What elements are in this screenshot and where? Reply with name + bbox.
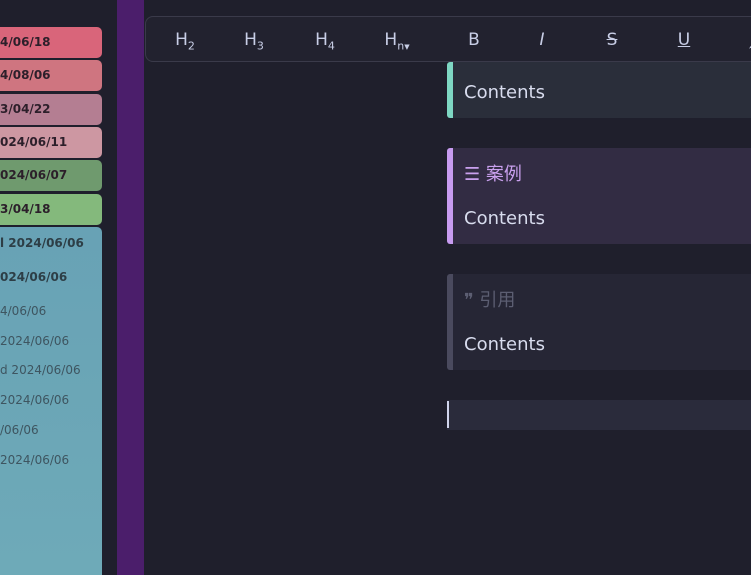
date-label: 4/08/06 xyxy=(0,68,51,82)
heading-4-button[interactable]: H4 xyxy=(303,17,347,63)
date-item[interactable]: 4/08/06 xyxy=(0,60,102,91)
h4-label: H xyxy=(315,30,328,50)
heading-n-dropdown[interactable]: Hn▼ xyxy=(375,17,419,63)
date-item[interactable]: 024/06/07 xyxy=(0,160,102,191)
date-group-panel: l 2024/06/06 024/06/06 4/06/06 2024/06/0… xyxy=(0,227,102,575)
example-callout[interactable]: ☰ 案例 Contents xyxy=(447,148,751,244)
date-label: 3/04/22 xyxy=(0,102,51,116)
list-item[interactable]: 4/06/06 xyxy=(0,297,102,325)
strikethrough-button[interactable]: S xyxy=(590,17,634,63)
date-item[interactable]: 3/04/22 xyxy=(0,94,102,125)
quote-callout-title: ❞ 引用 xyxy=(464,290,516,311)
h2-sub: 2 xyxy=(187,39,195,53)
heading-2-button[interactable]: H2 xyxy=(163,17,207,63)
date-label: 3/04/18 xyxy=(0,202,51,216)
list-item[interactable]: 2024/06/06 xyxy=(0,446,102,474)
underline-icon: U xyxy=(677,30,691,50)
list-item[interactable]: 024/06/06 xyxy=(0,263,102,291)
eraser-button[interactable] xyxy=(736,17,751,63)
hn-label: H xyxy=(384,30,398,50)
sidebar-divider xyxy=(117,0,144,575)
quote-callout[interactable]: ❞ 引用 Contents xyxy=(447,274,751,370)
editor-line[interactable] xyxy=(447,400,751,430)
h2-label: H xyxy=(175,30,188,50)
callout-block[interactable]: Contents xyxy=(447,62,751,118)
example-callout-title: ☰ 案例 xyxy=(464,164,522,185)
callout-body[interactable]: Contents xyxy=(464,82,545,103)
strikethrough-icon: S xyxy=(606,30,618,50)
callout-accent xyxy=(447,274,453,370)
italic-button[interactable]: I xyxy=(520,17,564,63)
date-label: 024/06/07 xyxy=(0,168,68,182)
chevron-down-icon: ▼ xyxy=(404,43,410,51)
bold-icon: B xyxy=(468,30,480,50)
italic-icon: I xyxy=(539,30,545,50)
h3-sub: 3 xyxy=(256,39,264,53)
date-item[interactable]: 024/06/11 xyxy=(0,127,102,158)
list-item[interactable]: l 2024/06/06 xyxy=(0,229,102,257)
date-item[interactable]: 3/04/18 xyxy=(0,194,102,225)
callout-body[interactable]: Contents xyxy=(464,208,545,229)
callout-accent xyxy=(447,148,453,244)
callout-accent xyxy=(447,62,453,118)
date-label: 4/06/18 xyxy=(0,35,51,49)
heading-3-button[interactable]: H3 xyxy=(232,17,276,63)
date-item[interactable]: 4/06/18 xyxy=(0,27,102,58)
list-item[interactable]: 2024/06/06 xyxy=(0,327,102,355)
list-item[interactable]: /06/06 xyxy=(0,416,102,444)
text-caret xyxy=(447,401,449,428)
date-label: 024/06/11 xyxy=(0,135,68,149)
h3-label: H xyxy=(244,30,257,50)
bold-button[interactable]: B xyxy=(452,17,496,63)
date-list: 4/06/18 4/08/06 3/04/22 024/06/11 024/06… xyxy=(0,0,104,575)
format-toolbar: H2 H3 H4 Hn▼ B I S U xyxy=(145,16,751,62)
list-item[interactable]: d 2024/06/06 xyxy=(0,356,102,384)
list-item[interactable]: 2024/06/06 xyxy=(0,386,102,414)
underline-button[interactable]: U xyxy=(662,17,706,63)
callout-body[interactable]: Contents xyxy=(464,334,545,355)
h4-sub: 4 xyxy=(327,39,335,53)
